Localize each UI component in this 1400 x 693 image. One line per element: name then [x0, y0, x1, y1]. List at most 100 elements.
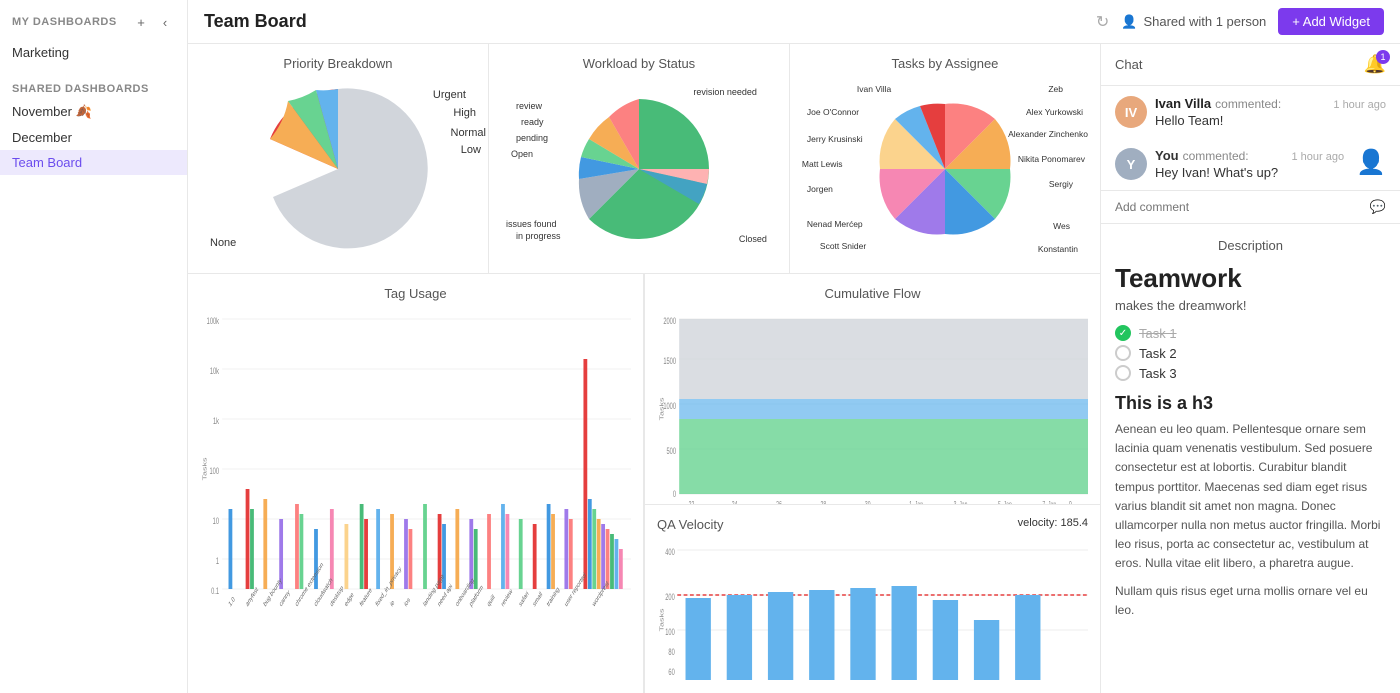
assignee-ivan: Ivan Villa — [857, 84, 891, 94]
assignee-konstantin: Konstantin — [1038, 244, 1078, 254]
workload-status-card: Workload by Status — [489, 44, 790, 273]
priority-pie-svg — [248, 79, 428, 259]
assignee-pie-svg — [865, 89, 1025, 249]
add-comment-area: 💬 — [1101, 190, 1400, 223]
svg-text:canny: canny — [278, 588, 291, 609]
priority-chart-title: Priority Breakdown — [283, 56, 392, 71]
assignee-pie-container: Ivan Villa Zeb Joe O'Connor Alex Yurkows… — [802, 79, 1088, 259]
task-item-3: Task 3 — [1115, 365, 1386, 381]
svg-text:100k: 100k — [207, 316, 220, 327]
wl-label-ready: ready — [521, 117, 544, 127]
chat-section: Chat 🔔 1 IV Ivan Villacommented: 1 hour … — [1101, 44, 1400, 224]
person-icon: 👤 — [1121, 14, 1137, 30]
svg-text:0.1: 0.1 — [211, 586, 219, 597]
collapse-sidebar-button[interactable]: ‹ — [155, 12, 175, 32]
add-dashboard-button[interactable]: + — [131, 12, 151, 32]
tag-usage-chart-area: 100k 10k 1k 100 10 1 0.1 Tasks — [200, 309, 631, 693]
notification-badge: 1 — [1376, 50, 1390, 64]
svg-text:0: 0 — [673, 489, 676, 500]
description-subtitle: makes the dreamwork! — [1115, 298, 1386, 313]
msg-content-2: Youcommented: 1 hour ago Hey Ivan! What'… — [1155, 148, 1344, 180]
assignee-scott: Scott Snider — [820, 241, 866, 251]
chat-title: Chat — [1115, 57, 1142, 72]
assignee-nikita: Nikita Ponomarev — [1018, 154, 1085, 164]
msg-header-2: Youcommented: 1 hour ago — [1155, 148, 1344, 163]
tag-usage-card: Tag Usage 100k 10k 1k 100 10 1 0.1 — [188, 274, 644, 693]
refresh-button[interactable]: ↻ — [1096, 12, 1109, 32]
right-charts-column: Cumulative Flow 2000 1500 1000 500 0 Tas… — [644, 274, 1100, 693]
svg-text:Tasks: Tasks — [201, 457, 208, 480]
svg-text:small: small — [532, 590, 544, 608]
qa-chart-area: 400 200 100 80 60 Tasks — [657, 540, 1088, 693]
svg-text:10: 10 — [213, 516, 219, 527]
svg-text:quill: quill — [486, 593, 496, 608]
avatar-ivan: IV — [1115, 96, 1147, 128]
topbar-right: ↻ 👤 Shared with 1 person + Add Widget — [1096, 8, 1384, 35]
svg-text:2000: 2000 — [663, 316, 676, 327]
svg-text:ios: ios — [403, 596, 411, 609]
shared-dashboards-section: SHARED DASHBOARDS November 🍂 December Te… — [0, 75, 187, 175]
my-dashboards-label: MY DASHBOARDS — [12, 16, 117, 28]
shared-button[interactable]: 👤 Shared with 1 person — [1121, 14, 1266, 30]
assignee-nenad: Nenad Merćep — [807, 219, 863, 229]
task-checkbox-1[interactable] — [1115, 325, 1131, 341]
assignee-chart-title: Tasks by Assignee — [891, 56, 998, 71]
assignee-zeb: Zeb — [1048, 84, 1063, 94]
task-checkbox-2[interactable] — [1115, 345, 1131, 361]
add-widget-button[interactable]: + Add Widget — [1278, 8, 1384, 35]
description-section: Description Teamwork makes the dreamwork… — [1101, 224, 1400, 693]
task-item-2: Task 2 — [1115, 345, 1386, 361]
wl-label-review: review — [516, 101, 542, 111]
description-h3: This is a h3 — [1115, 393, 1386, 414]
description-body1: Aenean eu leo quam. Pellentesque ornare … — [1115, 420, 1386, 574]
add-comment-input[interactable] — [1115, 200, 1362, 214]
description-heading: Teamwork — [1115, 263, 1386, 294]
assignee-jerry: Jerry Krusinski — [807, 134, 863, 144]
svg-text:10k: 10k — [210, 366, 219, 377]
chat-message-1: IV Ivan Villacommented: 1 hour ago Hello… — [1101, 86, 1400, 138]
task-list: Task 1 Task 2 Task 3 — [1115, 325, 1386, 381]
svg-text:Tasks: Tasks — [658, 608, 665, 631]
sidebar-item-team-board[interactable]: Team Board — [0, 150, 187, 175]
svg-text:500: 500 — [667, 446, 676, 457]
assignee-sergiy: Sergiy — [1049, 179, 1073, 189]
assignee-wes: Wes — [1053, 221, 1070, 231]
wl-label-issues: issues found — [506, 219, 557, 229]
sidebar-item-november[interactable]: November 🍂 — [0, 99, 187, 125]
qa-velocity-value: velocity: 185.4 — [1018, 517, 1088, 540]
msg-author-1: Ivan Villa — [1155, 96, 1211, 111]
svg-text:200: 200 — [665, 592, 674, 603]
chat-header: Chat 🔔 1 — [1101, 44, 1400, 86]
tasks-assignee-card: Tasks by Assignee — [790, 44, 1100, 273]
svg-text:400: 400 — [665, 547, 674, 558]
task-label-1: Task 1 — [1139, 326, 1177, 341]
assignee-alex-z: Alexander Zinchenko — [1008, 129, 1088, 139]
priority-pie-chart: Urgent High Normal Low None — [200, 79, 476, 259]
msg-header-1: Ivan Villacommented: 1 hour ago — [1155, 96, 1386, 111]
priority-breakdown-card: Priority Breakdown — [188, 44, 489, 273]
task-checkbox-3[interactable] — [1115, 365, 1131, 381]
assignee-alex-y: Alex Yurkowski — [1026, 107, 1083, 117]
topbar: Team Board ↻ 👤 Shared with 1 person + Ad… — [188, 0, 1400, 44]
svg-text:review: review — [500, 587, 514, 609]
svg-text:1k: 1k — [213, 416, 219, 427]
svg-text:Tasks: Tasks — [658, 397, 665, 420]
svg-text:1.0: 1.0 — [228, 595, 237, 609]
label-low: Low — [461, 144, 481, 156]
assignee-jorgen: Jorgen — [807, 184, 833, 194]
svg-text:1: 1 — [216, 556, 219, 567]
svg-text:80: 80 — [668, 647, 674, 658]
grid-row-bottom: Tag Usage 100k 10k 1k 100 10 1 0.1 — [188, 274, 1100, 693]
shared-dashboards-label: SHARED DASHBOARDS — [0, 75, 187, 99]
cumulative-chart-area: 2000 1500 1000 500 0 Tasks — [657, 309, 1088, 505]
msg-author-2: You — [1155, 148, 1179, 163]
task-item-1: Task 1 — [1115, 325, 1386, 341]
sidebar-item-marketing[interactable]: Marketing — [0, 40, 187, 65]
sidebar-item-december[interactable]: December — [0, 125, 187, 150]
cumulative-flow-card: Cumulative Flow 2000 1500 1000 500 0 Tas… — [645, 274, 1100, 505]
chat-bell-wrapper[interactable]: 🔔 1 — [1364, 54, 1386, 75]
assignee-joe: Joe O'Connor — [807, 107, 859, 117]
svg-text:safari: safari — [518, 590, 530, 609]
you-avatar-right: 👤 — [1356, 148, 1386, 177]
comment-send-icon[interactable]: 💬 — [1370, 199, 1386, 215]
